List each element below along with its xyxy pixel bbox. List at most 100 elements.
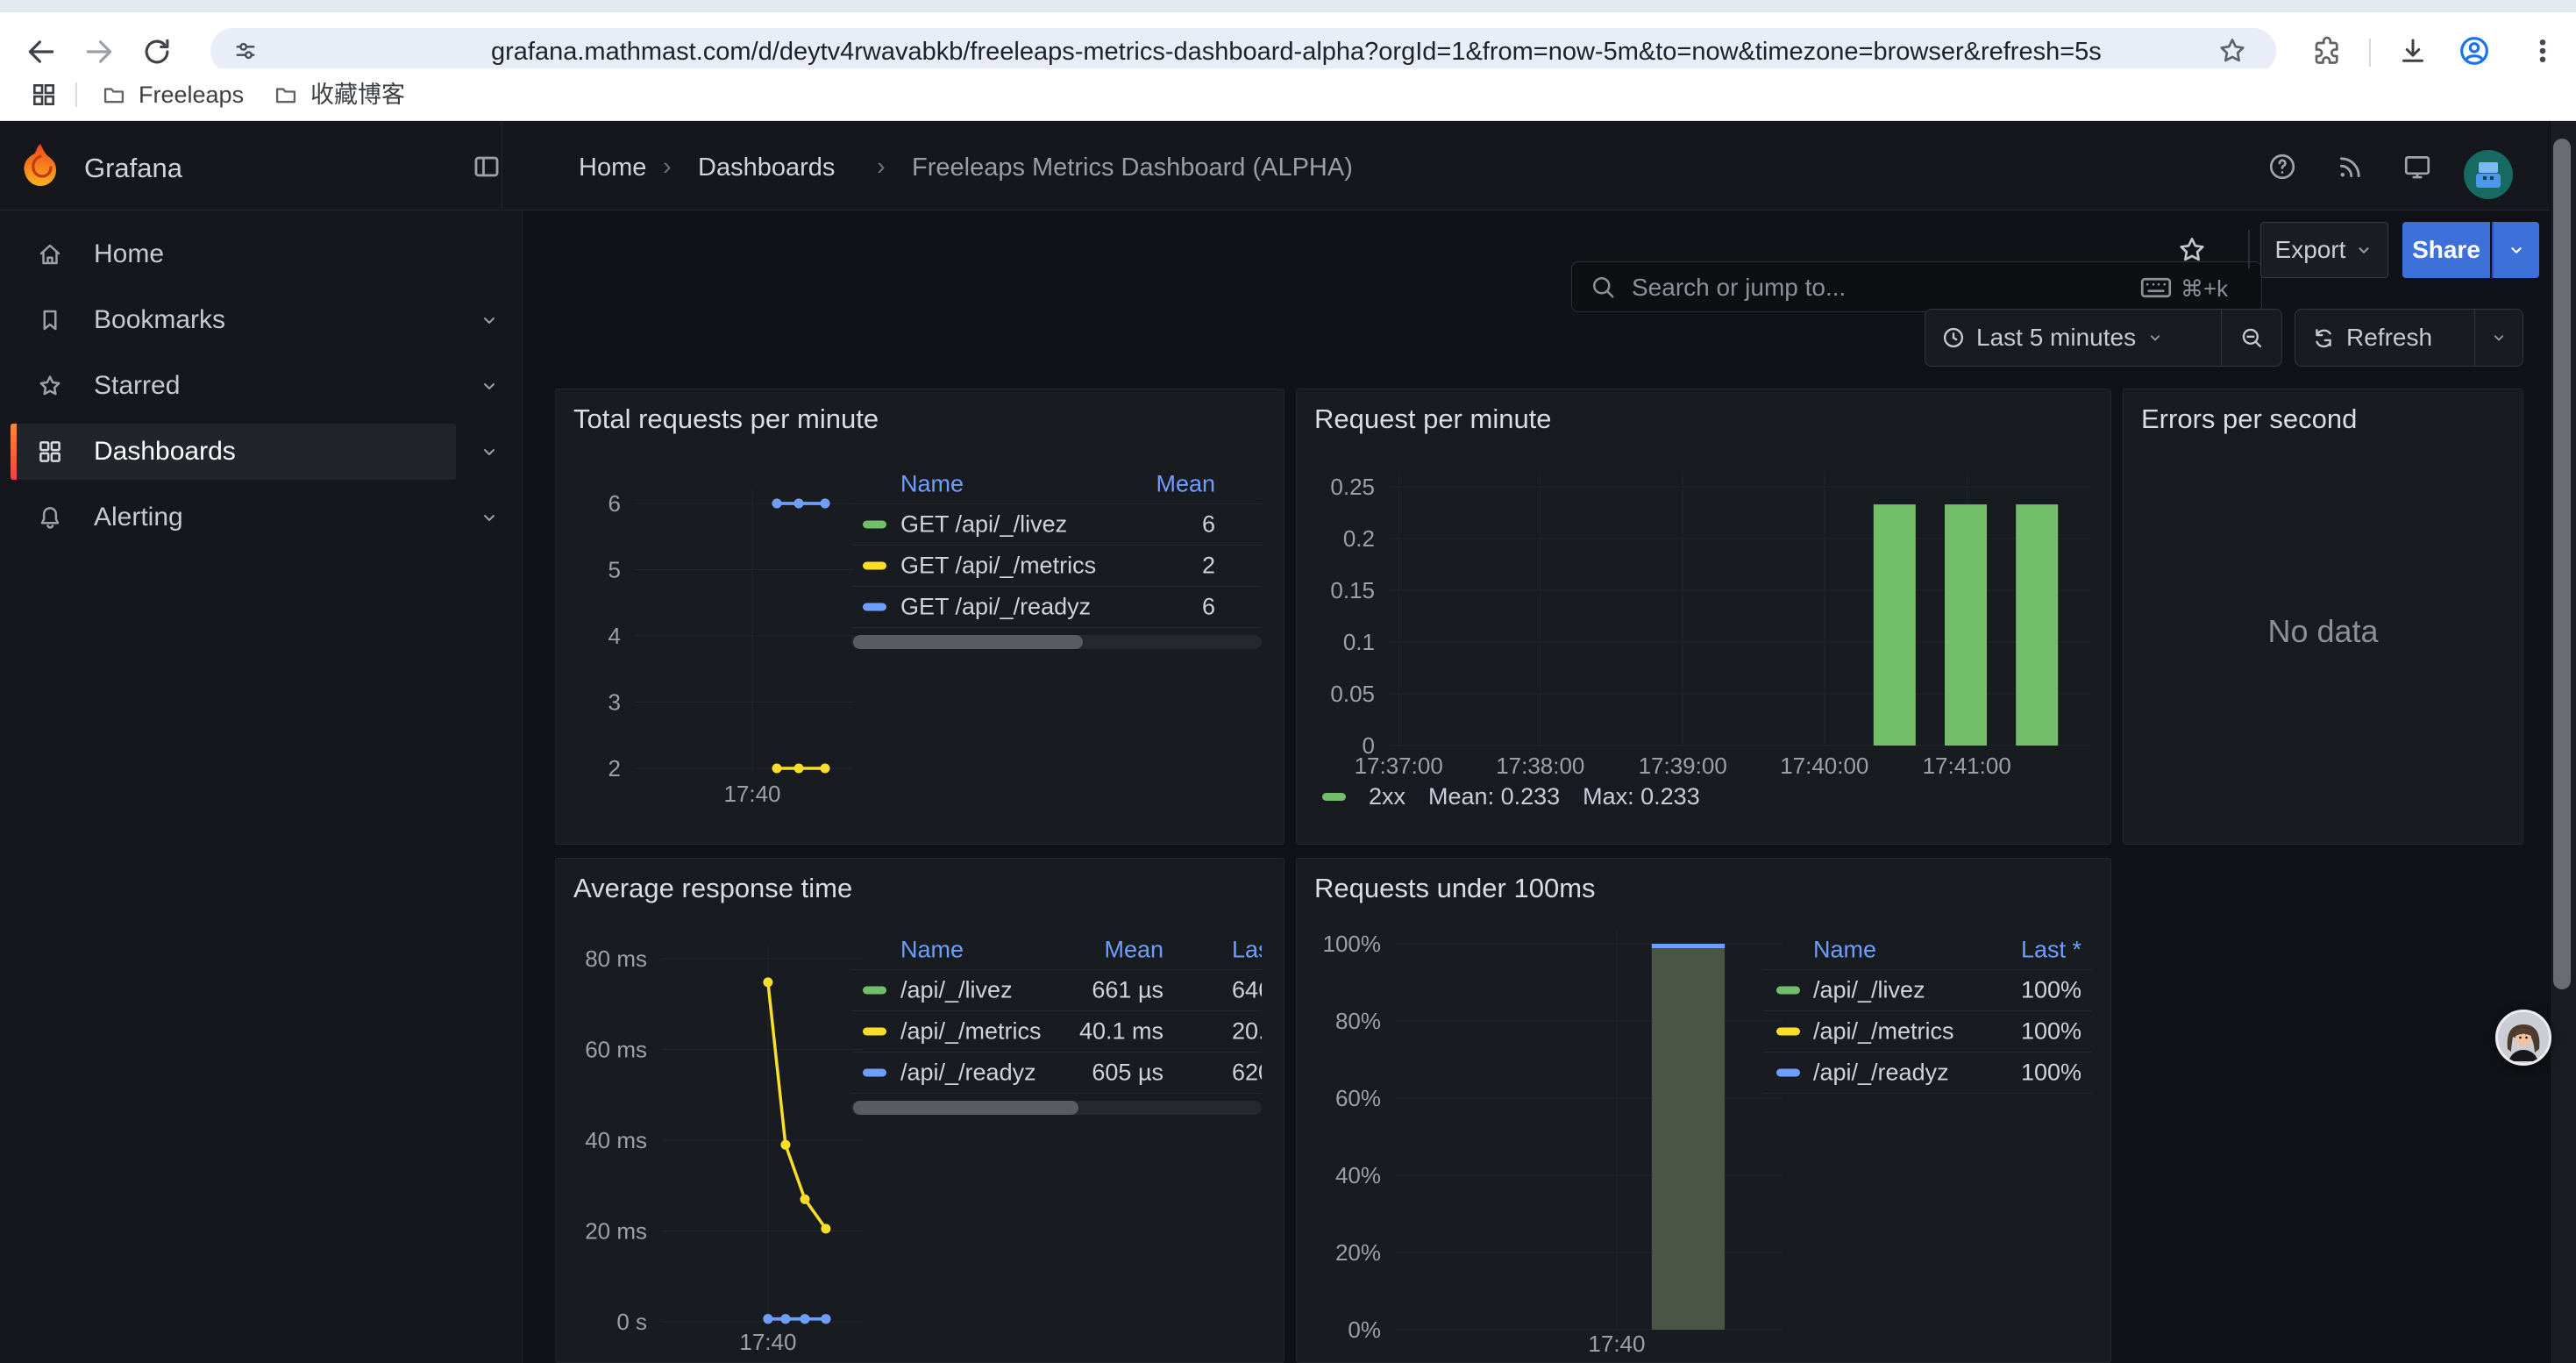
series-point[interactable] [772, 499, 782, 509]
sidebar-item-alerting[interactable]: Alerting [0, 489, 523, 546]
bookmark-item[interactable]: Freeleaps [139, 68, 244, 121]
legend-scrollbar[interactable] [851, 635, 1262, 649]
legend-row[interactable]: GET /api/_/livez 6 [851, 503, 1262, 545]
legend-line[interactable]: 2xx Mean: 0.233 Max: 0.233 [1322, 781, 1700, 812]
series-swatch[interactable] [863, 1069, 886, 1077]
bookmark-item[interactable]: 收藏博客 [310, 68, 405, 121]
address-bar[interactable] [210, 28, 2276, 74]
search-box[interactable]: ⌘+k [1571, 261, 2262, 312]
series-point[interactable] [763, 1314, 772, 1324]
series-point[interactable] [801, 1195, 810, 1204]
download-icon[interactable] [2397, 35, 2429, 67]
series-point[interactable] [780, 1140, 790, 1150]
legend-col-mean[interactable]: Mean [1104, 937, 1163, 964]
bar[interactable] [1945, 504, 1987, 746]
series-swatch[interactable] [863, 521, 886, 529]
series-name[interactable]: /api/_/livez [900, 977, 1013, 1004]
legend-row[interactable]: /api/_/readyz 100% [1763, 1052, 2092, 1093]
series-name[interactable]: /api/_/readyz [900, 1060, 1036, 1087]
back-icon[interactable] [25, 35, 58, 68]
series-point[interactable] [780, 1314, 790, 1324]
legend-col-mean[interactable]: Mean [1156, 471, 1215, 498]
site-settings-icon[interactable] [233, 39, 258, 63]
help-icon[interactable] [2267, 152, 2297, 182]
star-dashboard-icon[interactable] [2176, 234, 2208, 266]
legend-col-name[interactable]: Name [900, 471, 964, 498]
sidebar-item-dashboards[interactable]: Dashboards [0, 424, 523, 480]
series-name[interactable]: GET /api/_/readyz [900, 594, 1091, 621]
bar-fill[interactable] [1652, 944, 1725, 1330]
search-input[interactable] [1630, 262, 2124, 313]
series-point[interactable] [794, 499, 804, 509]
share-menu-button[interactable] [2492, 222, 2539, 278]
legend-col-name[interactable]: Name [1813, 937, 1876, 964]
series-point[interactable] [763, 977, 772, 987]
series-swatch[interactable] [863, 562, 886, 570]
series-swatch[interactable] [863, 987, 886, 995]
series-name[interactable]: /api/_/livez [1813, 977, 1925, 1004]
profile-icon[interactable] [2457, 33, 2492, 68]
series-name[interactable]: /api/_/metrics [900, 1018, 1042, 1045]
series-swatch[interactable] [1776, 1069, 1800, 1077]
bookmark-star-icon[interactable] [2217, 35, 2248, 67]
series-name[interactable]: GET /api/_/metrics [900, 553, 1096, 580]
series-line[interactable] [768, 982, 826, 1229]
series-point[interactable] [821, 764, 830, 774]
breadcrumb-home[interactable]: Home [579, 153, 646, 182]
legend-row[interactable]: /api/_/metrics 100% [1763, 1010, 2092, 1052]
legend-row[interactable]: /api/_/livez 100% [1763, 969, 2092, 1010]
browser-menu-icon[interactable] [2527, 35, 2558, 67]
extensions-icon[interactable] [2311, 35, 2343, 67]
share-button[interactable]: Share [2402, 222, 2490, 278]
legend-col-name[interactable]: Name [900, 937, 964, 964]
refresh-interval-button[interactable] [2474, 310, 2523, 366]
series-swatch[interactable] [1322, 793, 1346, 801]
series-name[interactable]: /api/_/metrics [1813, 1018, 1954, 1045]
user-avatar[interactable] [2464, 150, 2513, 199]
legend-col-last[interactable]: Last * [2021, 937, 2081, 964]
series-swatch[interactable] [1776, 987, 1800, 995]
news-rss-icon[interactable] [2336, 152, 2366, 182]
reload-icon[interactable] [140, 35, 174, 68]
folder-icon[interactable] [274, 82, 298, 107]
series-swatch[interactable] [1776, 1028, 1800, 1036]
chevron-down-icon[interactable] [479, 441, 500, 462]
series-point[interactable] [821, 1314, 830, 1324]
brand-name[interactable]: Grafana [84, 153, 182, 184]
chevron-down-icon[interactable] [479, 310, 500, 331]
sidebar-item-starred[interactable]: Starred [0, 358, 523, 414]
legend-row[interactable]: GET /api/_/metrics 2 [851, 545, 1262, 586]
series-point[interactable] [821, 499, 830, 509]
legend-row[interactable]: /api/_/metrics 40.1 ms 20.5 ms [851, 1010, 1262, 1052]
sidebar-toggle-icon[interactable] [472, 152, 502, 182]
chevron-down-icon[interactable] [479, 507, 500, 528]
series-name[interactable]: 2xx [1369, 783, 1405, 810]
chevron-down-icon[interactable] [479, 375, 500, 396]
zoom-out-button[interactable] [2221, 310, 2281, 366]
apps-grid-icon[interactable] [30, 81, 58, 109]
legend-col-last[interactable]: Last * [1232, 937, 1262, 964]
folder-icon[interactable] [102, 82, 126, 107]
monitor-icon[interactable] [2402, 152, 2432, 182]
forward-icon[interactable] [82, 35, 116, 68]
panel-title[interactable]: Errors per second [2141, 403, 2357, 435]
bar[interactable] [1874, 504, 1916, 746]
legend-row[interactable]: /api/_/readyz 605 µs 620 [851, 1052, 1262, 1093]
export-button[interactable]: Export [2260, 222, 2388, 278]
page-scrollbar-thumb[interactable] [2553, 139, 2571, 989]
series-point[interactable] [821, 1224, 830, 1233]
time-range-picker[interactable]: Last 5 minutes [1925, 310, 2221, 366]
series-swatch[interactable] [863, 603, 886, 611]
series-name[interactable]: /api/_/readyz [1813, 1060, 1949, 1087]
legend-row[interactable]: GET /api/_/readyz 6 [851, 586, 1262, 627]
series-point[interactable] [801, 1314, 810, 1324]
series-point[interactable] [772, 764, 782, 774]
legend-row[interactable]: /api/_/livez 661 µs 646 [851, 969, 1262, 1010]
legend-scrollbar[interactable] [851, 1101, 1262, 1115]
grafana-logo[interactable] [19, 142, 61, 188]
series-point[interactable] [794, 764, 804, 774]
sidebar-item-home[interactable]: Home [0, 226, 523, 282]
sidebar-item-bookmarks[interactable]: Bookmarks [0, 292, 523, 348]
breadcrumb-dashboards[interactable]: Dashboards [698, 153, 835, 182]
refresh-button[interactable]: Refresh [2295, 310, 2474, 366]
